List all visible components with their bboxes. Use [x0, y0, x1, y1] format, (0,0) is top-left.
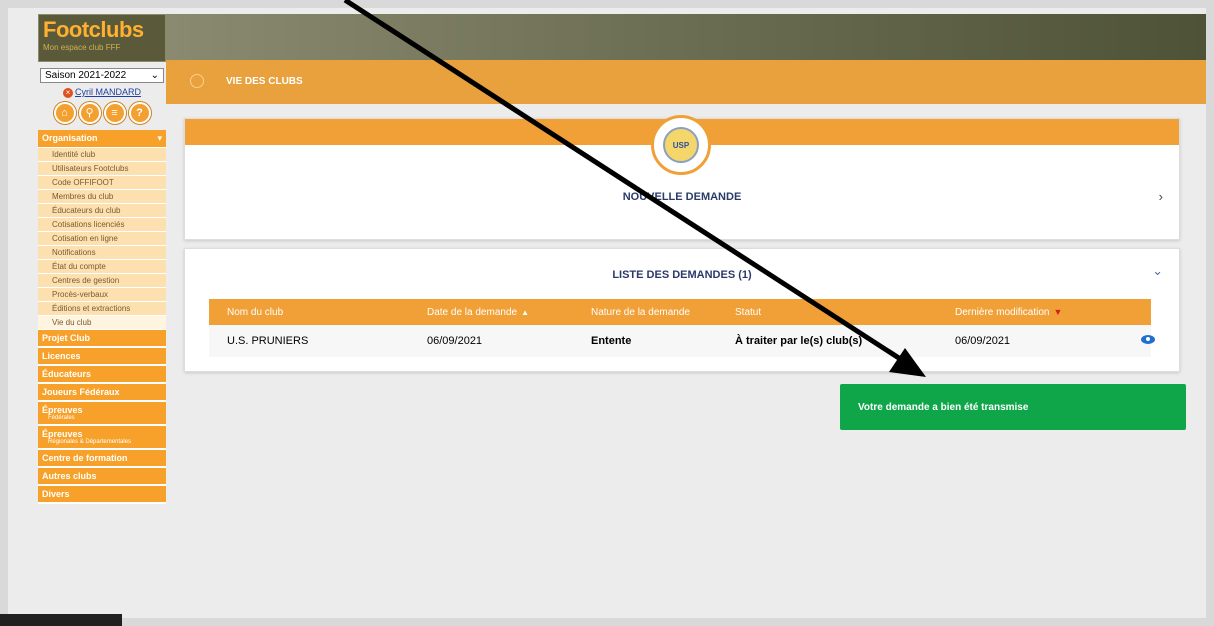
- app-window: Footclubs Mon espace club FFF Saison 202…: [8, 8, 1206, 618]
- club-icon: [190, 74, 204, 88]
- column-header-nature[interactable]: Nature de la demande: [573, 307, 717, 318]
- nav-section[interactable]: Divers: [38, 486, 166, 504]
- column-header-club[interactable]: Nom du club: [209, 307, 409, 318]
- nav-section-label: Divers: [42, 489, 70, 499]
- user-link[interactable]: Cyril MANDARD: [75, 87, 141, 97]
- new-request-card[interactable]: USP NOUVELLE DEMANDE ›: [184, 115, 1180, 240]
- nav-section-label: Épreuves: [42, 429, 83, 439]
- nav-item[interactable]: Code OFFIFOOT: [38, 176, 166, 190]
- logo-subtitle: Mon espace club FFF: [43, 43, 121, 52]
- logo-accent-text: clubs: [88, 17, 144, 42]
- nav-section[interactable]: Éducateurs: [38, 366, 166, 384]
- nav-submenu: Identité club Utilisateurs Footclubs Cod…: [38, 148, 166, 330]
- logout-icon[interactable]: ×: [63, 88, 73, 98]
- club-badge-logo: USP: [663, 127, 699, 163]
- nav-section[interactable]: Centre de formation: [38, 450, 166, 468]
- view-button[interactable]: [1123, 335, 1155, 347]
- nav-section-label: Organisation: [42, 133, 98, 143]
- nav-item[interactable]: État du compte: [38, 260, 166, 274]
- nav-section-label: Projet Club: [42, 333, 91, 343]
- nav-item[interactable]: Cotisations licenciés: [38, 218, 166, 232]
- nav-section[interactable]: Autres clubs: [38, 468, 166, 486]
- season-select[interactable]: Saison 2021-2022 ⌄: [40, 68, 164, 83]
- nav-item[interactable]: Centres de gestion: [38, 274, 166, 288]
- cell-club: U.S. PRUNIERS: [227, 335, 309, 347]
- new-request-title[interactable]: NOUVELLE DEMANDE: [185, 191, 1179, 203]
- nav-section-label: Joueurs Fédéraux: [42, 387, 120, 397]
- table-row[interactable]: U.S. PRUNIERS 06/09/2021 Entente À trait…: [209, 325, 1155, 357]
- nav-section-organisation[interactable]: Organisation ▾: [38, 130, 166, 148]
- logo-main-text: Foot: [43, 17, 89, 42]
- nav-item[interactable]: Éducateurs du club: [38, 204, 166, 218]
- page-header: VIE DES CLUBS: [166, 60, 1206, 104]
- nav-item-vie-du-club[interactable]: Vie du club: [38, 316, 166, 330]
- nav-item[interactable]: Cotisation en ligne: [38, 232, 166, 246]
- user-info: × Cyril MANDARD: [38, 87, 166, 98]
- column-header-label: Date de la demande: [427, 306, 518, 318]
- nav-item[interactable]: Éditions et extractions: [38, 302, 166, 316]
- table-header: Nom du club Date de la demande ▲ Nature d…: [209, 299, 1151, 325]
- nav-section-sublabel: Régionales & Départementales: [48, 439, 132, 445]
- nav-section-label: Autres clubs: [42, 471, 97, 481]
- club-badge: USP: [651, 115, 711, 175]
- request-list-card: LISTE DES DEMANDES (1) ⌄ Nom du club Dat…: [184, 248, 1180, 372]
- taskbar-fragment: [0, 614, 122, 626]
- nav-section-label: Éducateurs: [42, 369, 92, 379]
- nav-item[interactable]: Identité club: [38, 148, 166, 162]
- home-icon[interactable]: ⌂: [53, 102, 76, 124]
- nav-section[interactable]: Licences: [38, 348, 166, 366]
- chevron-down-icon: ▾: [157, 133, 162, 143]
- page-title: VIE DES CLUBS: [226, 76, 303, 87]
- cell-modified: 06/09/2021: [955, 335, 1011, 347]
- nav-section[interactable]: Projet Club: [38, 330, 166, 348]
- chevron-down-icon: ⌄: [150, 70, 159, 81]
- request-list-title[interactable]: LISTE DES DEMANDES (1): [185, 269, 1179, 281]
- cell-nature: Entente: [591, 335, 632, 347]
- nav-item[interactable]: Procès-verbaux: [38, 288, 166, 302]
- nav-section[interactable]: Joueurs Fédéraux: [38, 384, 166, 402]
- nav-section-label: Centre de formation: [42, 453, 128, 463]
- nav-section-label: Licences: [42, 351, 81, 361]
- cell-status: À traiter par le(s) club(s): [735, 335, 863, 347]
- nav-section-sublabel: Fédérales: [48, 415, 75, 421]
- sort-desc-icon: ▼: [1053, 306, 1063, 317]
- chevron-right-icon[interactable]: ›: [1159, 189, 1163, 204]
- nav-item[interactable]: Utilisateurs Footclubs: [38, 162, 166, 176]
- nav-section[interactable]: Épreuves Régionales & Départementales: [38, 426, 166, 450]
- nav-item[interactable]: Membres du club: [38, 190, 166, 204]
- header-banner-image: [166, 14, 1206, 60]
- success-toast: Votre demande a bien été transmise: [840, 384, 1186, 430]
- sort-asc-icon: ▲: [521, 307, 529, 317]
- column-header-modified[interactable]: Dernière modification ▼: [937, 307, 1123, 318]
- season-value: Saison 2021-2022: [45, 70, 127, 81]
- search-icon[interactable]: ⚲: [78, 102, 101, 124]
- nav-section-label: Épreuves: [42, 405, 83, 415]
- cell-date: 06/09/2021: [427, 335, 483, 347]
- help-icon[interactable]: ?: [128, 102, 151, 124]
- footclubs-logo[interactable]: Footclubs Mon espace club FFF: [38, 14, 166, 62]
- column-header-status[interactable]: Statut: [717, 307, 937, 318]
- eye-icon: [1141, 335, 1155, 344]
- toolbar: ⌂ ⚲ ≡ ?: [38, 102, 166, 124]
- chevron-down-icon[interactable]: ⌄: [1152, 263, 1163, 279]
- column-header-date[interactable]: Date de la demande ▲: [409, 307, 573, 318]
- column-header-label: Dernière modification: [955, 306, 1050, 318]
- nav-item[interactable]: Notifications: [38, 246, 166, 260]
- sidebar: Footclubs Mon espace club FFF Saison 202…: [38, 14, 166, 614]
- nav-section[interactable]: Épreuves Fédérales: [38, 402, 166, 426]
- document-icon[interactable]: ≡: [103, 102, 126, 124]
- request-table: Nom du club Date de la demande ▲ Nature d…: [209, 299, 1155, 357]
